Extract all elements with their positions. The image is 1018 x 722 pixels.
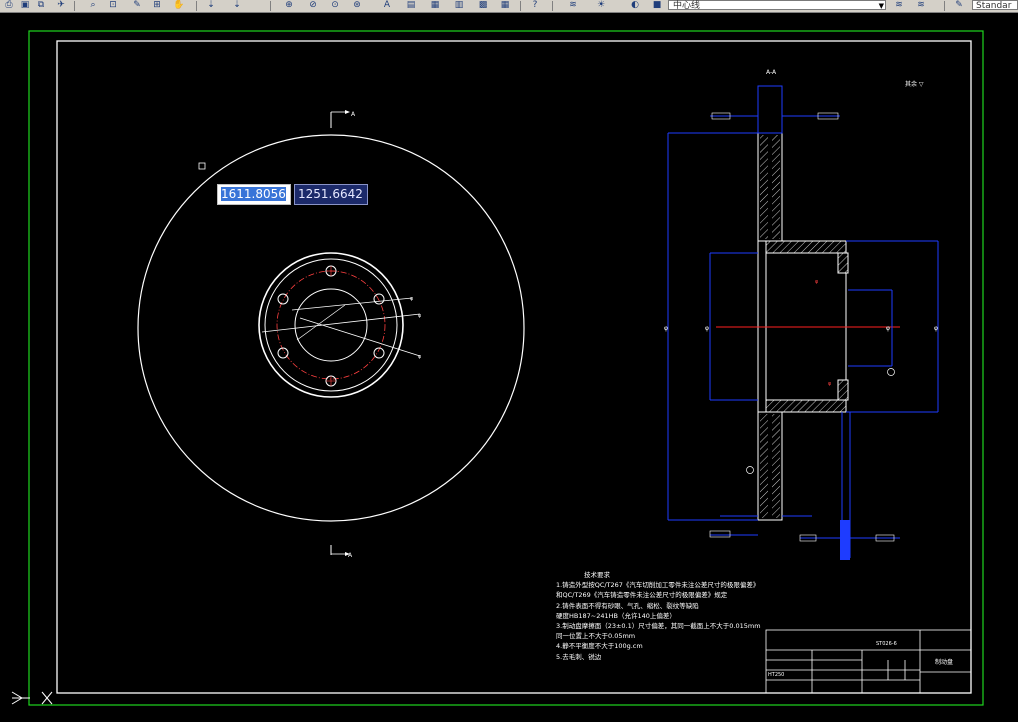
layer-manager-icon[interactable]: ≋ (566, 0, 580, 11)
section-marker-top: A (351, 111, 356, 118)
tool-palettes-icon[interactable]: ⇣ (204, 0, 218, 11)
svg-text:φ: φ (828, 381, 832, 387)
zoom-window-icon[interactable]: ⊡ (106, 0, 120, 11)
ucs-icon (11, 691, 53, 705)
coordinate-x-value: 1611.8056 (221, 187, 286, 201)
technical-requirements: 技术要求 1.铸造外型按QC/T267《汽车切削加工零件未注公差尺寸的极限偏差》… (556, 570, 766, 662)
technical-requirement-line: 5.去毛刺、锐边 (556, 652, 602, 661)
layer-dropdown-value: 中心线 (673, 1, 701, 11)
coordinate-y-value: 1251.6642 (298, 187, 363, 201)
section-marker-bottom: A (348, 552, 353, 559)
publish-icon[interactable]: ⧉ (34, 0, 48, 11)
technical-requirement-line: 4.静不平衡度不大于100g.cm (556, 642, 643, 651)
toolbar-separator (944, 1, 945, 11)
chevron-down-icon[interactable]: ▼ (879, 1, 884, 11)
publish-icon[interactable]: ✈ (54, 0, 68, 11)
section-view: A-A 其余 ▽ φ φ φ φ φ φ (664, 69, 939, 560)
zoom-realtime-icon[interactable]: ⊕ (282, 0, 296, 11)
title-material: HT250 (768, 672, 784, 678)
svg-text:φ: φ (410, 296, 414, 302)
svg-text:φ: φ (886, 325, 890, 332)
help-icon[interactable]: ? (528, 0, 542, 11)
svg-text:φ: φ (934, 325, 938, 332)
title-part-no: ST026-6 (876, 641, 897, 647)
table-icon[interactable]: ⇣ (230, 0, 244, 11)
toolbar-separator (270, 1, 271, 11)
technical-requirement-line: 和QC/T269《汽车铸造零件未注公差尺寸的极限偏差》规定 (556, 591, 728, 600)
svg-text:φ: φ (664, 325, 668, 332)
drawing-inner-border (56, 40, 972, 694)
svg-text:φ: φ (705, 325, 709, 332)
zoom-window-icon[interactable]: ⊘ (306, 0, 320, 11)
toolbar-separator (196, 1, 197, 11)
layer-state-icon[interactable]: ☀ (594, 0, 608, 11)
table-icon[interactable]: ▦ (428, 0, 442, 11)
main-toolbar: ⎙ ▣ ⧉ ✈ ⌕ ⊡ ✎ ⊞ ✋ ⇣ ⇣ ⊕ ⊘ ⊙ ⊛ A ▤ ▦ ▥ ▩ … (0, 0, 1018, 13)
technical-requirement-line: 同一位置上不大于0.05mm (556, 632, 636, 641)
style-dropdown[interactable]: Standar (972, 0, 1018, 10)
zoom-previous-icon[interactable]: ⊙ (328, 0, 342, 11)
technical-requirement-line: 1.铸造外型按QC/T267《汽车切削加工零件未注公差尺寸的极限偏差》 (556, 581, 760, 590)
svg-text:φ: φ (815, 279, 819, 285)
layer-manager-icon[interactable]: ≋ (892, 0, 906, 11)
design-center-icon[interactable]: ✋ (172, 0, 186, 11)
technical-requirement-line: 3.制动盘摩擦面（23±0.1）尺寸偏差，其同一截面上不大于0.015mm (556, 622, 761, 631)
coordinate-x-input[interactable]: 1611.8056 (217, 184, 291, 205)
technical-requirement-line: 硬度HB187~241HB（允许140上偏差） (556, 611, 676, 620)
technical-requirements-heading: 技术要求 (584, 571, 610, 579)
drawing-canvas[interactable]: φ φ φ A A A-A 其余 ▽ φ φ φ φ φ φ ST026-6 制… (0, 0, 1018, 722)
layer-state-icon[interactable]: ■ (650, 0, 664, 11)
print-preview-icon[interactable]: ▣ (18, 0, 32, 11)
layer-dropdown[interactable]: 中心线 ▼ (668, 0, 886, 11)
table-icon[interactable]: ▥ (452, 0, 466, 11)
coordinate-y-input[interactable]: 1251.6642 (294, 184, 368, 205)
zoom-previous-icon[interactable]: ✎ (130, 0, 144, 11)
print-icon[interactable]: ⎙ (2, 0, 16, 11)
design-center-icon[interactable]: A (380, 0, 394, 11)
tool-palettes-icon[interactable]: ✎ (952, 0, 966, 11)
make-layer-current-icon[interactable]: ◐ (628, 0, 642, 11)
title-part-name: 制动盘 (935, 658, 953, 666)
section-title: A-A (766, 69, 777, 76)
table-icon[interactable]: ▩ (476, 0, 490, 11)
tool-palettes-icon[interactable]: ▤ (404, 0, 418, 11)
properties-icon[interactable]: ⊛ (350, 0, 364, 11)
drawing-outer-border (28, 30, 984, 706)
toolbar-separator (520, 1, 521, 11)
front-view: φ φ φ A A (137, 110, 525, 559)
table-icon[interactable]: ▦ (498, 0, 512, 11)
style-dropdown-value: Standar (976, 1, 1012, 10)
zoom-realtime-icon[interactable]: ⌕ (86, 0, 100, 11)
svg-text:φ: φ (418, 354, 422, 360)
properties-icon[interactable]: ⊞ (150, 0, 164, 11)
roughness-note: 其余 ▽ (905, 80, 924, 88)
layer-state-icon[interactable]: ≋ (914, 0, 928, 11)
technical-requirement-line: 2.铸件表面不得有砂眼、气孔、缩松、裂纹等缺陷 (556, 601, 699, 610)
svg-text:φ: φ (418, 313, 422, 319)
toolbar-separator (552, 1, 553, 11)
toolbar-separator (74, 1, 75, 11)
